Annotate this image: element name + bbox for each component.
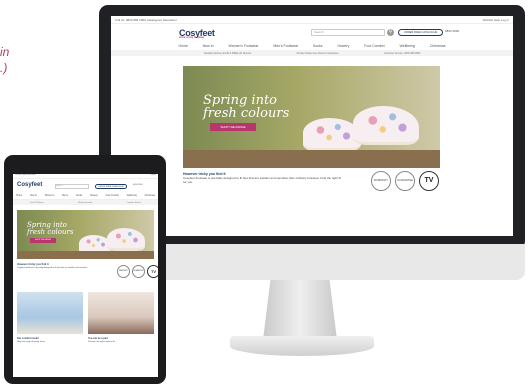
guarantee-badge: GUARANTEE — [395, 171, 415, 191]
tablet-intro-text: Cosyfeet footwear is specially designed … — [17, 267, 88, 269]
nav-item[interactable]: New In — [30, 195, 37, 197]
desktop-logo[interactable]: Cosyfeet extra roomy footwear — [179, 28, 215, 39]
nav-item[interactable]: Hosiery — [337, 44, 349, 48]
tv-badge: TV — [419, 171, 439, 191]
tablet-info-strip: Free UK Returns 60-day Guarantee Custome… — [13, 200, 158, 205]
desktop-intro-text: Cosyfeet footwear is specially designed … — [183, 176, 341, 184]
desktop-hero-title: Spring into fresh colours — [203, 94, 289, 120]
nav-item[interactable]: Men's — [62, 195, 68, 197]
desktop-phone: 0800 2860 — [445, 29, 460, 33]
nav-item[interactable]: New In — [203, 44, 214, 48]
tablet-card-image-1[interactable] — [17, 292, 83, 334]
tablet-nav: Home New In Women's Men's Socks Hosiery … — [13, 193, 158, 200]
strip-item: Standard delivery £4.95 & FREE UK Return… — [203, 51, 252, 55]
tablet-card-image-2[interactable] — [88, 292, 154, 334]
tablet-intro: However tricky you find it Cosyfeet foot… — [17, 263, 112, 270]
desktop-topbar-left[interactable]: Call us: 0800 888 2860 Catalogues Newsle… — [115, 18, 177, 22]
card-title[interactable]: Our comfort model — [17, 337, 39, 340]
warranty-badge: WARRANTY — [371, 171, 391, 191]
strip-item: Free UK Returns — [30, 201, 44, 204]
desktop-search-input[interactable]: Search — [311, 29, 385, 36]
nav-item[interactable]: Socks — [313, 44, 323, 48]
nav-item[interactable]: Foot Comfort — [364, 44, 384, 48]
strip-item: 60-day Hassle-Free Returns Guarantee — [296, 51, 339, 55]
shoe-image — [353, 106, 419, 145]
nav-item[interactable]: Home — [16, 195, 22, 197]
card-text: Discover the styles made to fit. — [88, 341, 116, 343]
side-caption-line-1: in — [0, 45, 10, 59]
shop-range-button[interactable]: SHOP THE RANGE — [210, 123, 256, 131]
tablet-hero-banner[interactable]: Spring into fresh colours SHOP THE RANGE — [17, 210, 154, 259]
desktop-hero-banner[interactable]: Spring into fresh colours SHOP THE RANGE — [183, 66, 440, 168]
shoe-image — [107, 228, 145, 251]
strip-item: Customer Service: 0800 888 2860 — [384, 51, 421, 55]
search-icon[interactable]: ⚲ — [387, 29, 394, 36]
desktop-nav: Home New In Women's Footwear Men's Footw… — [111, 42, 513, 50]
wood-deck — [183, 150, 440, 168]
guarantee-badge: GUARANTEE — [132, 265, 145, 278]
tablet-badges: WARRANTY GUARANTEE TV — [117, 265, 158, 278]
tablet-hero-title: Spring into fresh colours — [27, 222, 73, 236]
tablet-shop-range-button[interactable]: SHOP THE RANGE — [30, 238, 56, 243]
strip-item: Customer Service — [126, 201, 141, 204]
tablet-screen: Call us: 0800 888 2860 Log in Cosyfeet S… — [13, 174, 158, 377]
desktop-screen: Call us: 0800 888 2860 Catalogues Newsle… — [111, 16, 513, 236]
tablet-card-caption-2: You can be a part Discover the styles ma… — [88, 337, 154, 344]
hero-title-line: fresh colours — [27, 228, 74, 236]
nav-item[interactable]: Wellbeing — [127, 195, 137, 197]
nav-item[interactable]: Foot Comfort — [106, 195, 119, 197]
monitor-stand-base — [230, 336, 374, 356]
tablet-catalogue-button[interactable]: ORDER FREE CATALOGUE — [95, 184, 127, 189]
nav-item[interactable]: Wellbeing — [400, 44, 415, 48]
nav-item[interactable]: Hosiery — [90, 195, 98, 197]
side-caption-line-2: .) — [0, 61, 8, 75]
order-catalogue-button[interactable]: ORDER FREE CATALOGUE — [398, 29, 443, 36]
desktop-badges: WARRANTY GUARANTEE TV — [371, 171, 439, 191]
card-text: Shop the range of roomy shoes. — [17, 341, 46, 343]
nav-item[interactable]: Women's — [45, 195, 54, 197]
tablet-logo[interactable]: Cosyfeet — [17, 182, 42, 188]
monitor-stand-neck — [263, 280, 337, 340]
tablet-header: Cosyfeet Search ORDER FREE CATALOGUE 080… — [13, 179, 158, 193]
wood-deck — [17, 251, 154, 259]
tablet-intro-heading: However tricky you find it — [17, 263, 49, 266]
nav-item[interactable]: Home — [178, 44, 187, 48]
side-caption: in .) — [0, 44, 9, 76]
tablet-phone: 0800 2860 — [133, 184, 143, 186]
nav-item[interactable]: Christmas — [145, 195, 155, 197]
hero-title-line: fresh colours — [203, 106, 290, 121]
tablet-topbar-right[interactable]: Log in — [151, 174, 156, 178]
desktop-header: Cosyfeet extra roomy footwear Search ⚲ O… — [111, 24, 513, 42]
card-title[interactable]: You can be a part — [88, 337, 108, 340]
desktop-info-strip: Standard delivery £4.95 & FREE UK Return… — [111, 50, 513, 56]
tablet-card-caption-1: Our comfort model Shop the range of room… — [17, 337, 83, 344]
nav-item[interactable]: Women's Footwear — [228, 44, 258, 48]
nav-item[interactable]: Men's Footwear — [273, 44, 298, 48]
tv-badge: TV — [147, 265, 158, 278]
nav-item[interactable]: Christmas — [430, 44, 446, 48]
warranty-badge: WARRANTY — [117, 265, 130, 278]
nav-item[interactable]: Socks — [76, 195, 82, 197]
strip-item: 60-day Guarantee — [77, 201, 93, 204]
desktop-topbar-right[interactable]: Wishlist Help Log in — [483, 18, 509, 22]
tablet-topbar-left[interactable]: Call us: 0800 888 2860 — [15, 174, 36, 178]
desktop-topbar: Call us: 0800 888 2860 Catalogues Newsle… — [111, 16, 513, 24]
tablet-search-input[interactable]: Search — [55, 184, 89, 189]
